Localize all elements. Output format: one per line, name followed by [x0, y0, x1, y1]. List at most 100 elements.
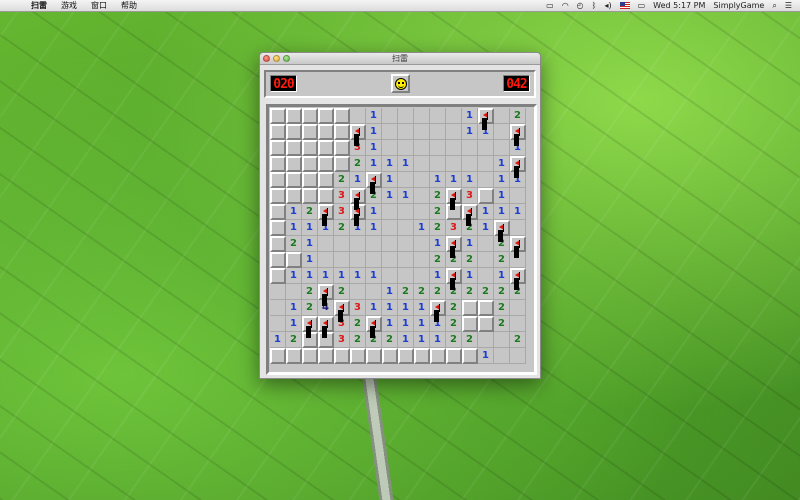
revealed-cell[interactable] — [414, 156, 430, 172]
number-cell[interactable]: 1 — [366, 204, 382, 220]
number-cell[interactable]: 1 — [286, 220, 302, 236]
hidden-cell[interactable] — [286, 140, 302, 156]
revealed-cell[interactable] — [398, 124, 414, 140]
revealed-cell[interactable] — [414, 188, 430, 204]
number-cell[interactable]: 1 — [430, 172, 446, 188]
number-cell[interactable]: 2 — [494, 300, 510, 316]
flagged-cell[interactable] — [350, 188, 366, 204]
number-cell[interactable]: 2 — [430, 220, 446, 236]
number-cell[interactable]: 1 — [510, 140, 526, 156]
number-cell[interactable]: 2 — [366, 332, 382, 348]
number-cell[interactable]: 1 — [510, 204, 526, 220]
number-cell[interactable]: 1 — [382, 300, 398, 316]
revealed-cell[interactable] — [414, 204, 430, 220]
hidden-cell[interactable] — [334, 140, 350, 156]
revealed-cell[interactable] — [478, 140, 494, 156]
menu-user[interactable]: SimplyGame — [709, 0, 768, 12]
revealed-cell[interactable] — [414, 108, 430, 124]
number-cell[interactable]: 2 — [302, 204, 318, 220]
input-source-flag-icon[interactable] — [619, 2, 630, 9]
number-cell[interactable]: 1 — [382, 188, 398, 204]
spotlight-search-icon[interactable]: ⌕ — [768, 0, 780, 12]
number-cell[interactable]: 2 — [446, 300, 462, 316]
number-cell[interactable]: 2 — [334, 220, 350, 236]
number-cell[interactable]: 2 — [430, 284, 446, 300]
window-titlebar[interactable]: 扫雷 — [260, 53, 540, 65]
hidden-cell[interactable] — [270, 140, 286, 156]
revealed-cell[interactable] — [382, 124, 398, 140]
revealed-cell[interactable] — [350, 284, 366, 300]
number-cell[interactable]: 1 — [494, 188, 510, 204]
volume-icon[interactable]: ◂) — [600, 0, 615, 12]
hidden-cell[interactable] — [302, 332, 318, 348]
hidden-cell[interactable] — [318, 332, 334, 348]
revealed-cell[interactable] — [414, 252, 430, 268]
revealed-cell[interactable] — [510, 252, 526, 268]
number-cell[interactable]: 1 — [398, 300, 414, 316]
flagged-cell[interactable] — [446, 268, 462, 284]
flagged-cell[interactable] — [510, 268, 526, 284]
number-cell[interactable]: 1 — [318, 220, 334, 236]
hidden-cell[interactable] — [318, 140, 334, 156]
number-cell[interactable]: 1 — [494, 156, 510, 172]
flagged-cell[interactable] — [430, 300, 446, 316]
revealed-cell[interactable] — [478, 172, 494, 188]
minimize-button[interactable] — [273, 55, 280, 62]
number-cell[interactable]: 2 — [494, 284, 510, 300]
hidden-cell[interactable] — [270, 236, 286, 252]
hidden-cell[interactable] — [430, 348, 446, 364]
revealed-cell[interactable] — [414, 124, 430, 140]
number-cell[interactable]: 2 — [510, 108, 526, 124]
number-cell[interactable]: 2 — [382, 332, 398, 348]
revealed-cell[interactable] — [446, 124, 462, 140]
number-cell[interactable]: 2 — [446, 252, 462, 268]
number-cell[interactable]: 1 — [366, 140, 382, 156]
hidden-cell[interactable] — [478, 188, 494, 204]
menu-game[interactable]: 游戏 — [54, 0, 84, 12]
number-cell[interactable]: 2 — [462, 332, 478, 348]
number-cell[interactable]: 1 — [446, 172, 462, 188]
hidden-cell[interactable] — [270, 252, 286, 268]
revealed-cell[interactable] — [478, 156, 494, 172]
number-cell[interactable]: 2 — [446, 332, 462, 348]
hidden-cell[interactable] — [414, 348, 430, 364]
number-cell[interactable]: 1 — [462, 268, 478, 284]
number-cell[interactable]: 2 — [350, 332, 366, 348]
hidden-cell[interactable] — [302, 140, 318, 156]
number-cell[interactable]: 1 — [302, 236, 318, 252]
number-cell[interactable]: 1 — [478, 220, 494, 236]
revealed-cell[interactable] — [350, 236, 366, 252]
hidden-cell[interactable] — [270, 156, 286, 172]
number-cell[interactable]: 2 — [494, 252, 510, 268]
revealed-cell[interactable] — [510, 348, 526, 364]
hidden-cell[interactable] — [270, 204, 286, 220]
number-cell[interactable]: 1 — [462, 172, 478, 188]
hidden-cell[interactable] — [270, 188, 286, 204]
hidden-cell[interactable] — [302, 124, 318, 140]
number-cell[interactable]: 2 — [350, 316, 366, 332]
number-cell[interactable]: 1 — [366, 108, 382, 124]
number-cell[interactable]: 1 — [462, 124, 478, 140]
revealed-cell[interactable] — [350, 108, 366, 124]
hidden-cell[interactable] — [446, 204, 462, 220]
number-cell[interactable]: 3 — [334, 332, 350, 348]
number-cell[interactable]: 1 — [414, 300, 430, 316]
revealed-cell[interactable] — [414, 236, 430, 252]
number-cell[interactable]: 1 — [382, 284, 398, 300]
number-cell[interactable]: 2 — [494, 316, 510, 332]
number-cell[interactable]: 1 — [430, 316, 446, 332]
hidden-cell[interactable] — [318, 172, 334, 188]
hidden-cell[interactable] — [270, 172, 286, 188]
revealed-cell[interactable] — [382, 108, 398, 124]
number-cell[interactable]: 2 — [462, 252, 478, 268]
number-cell[interactable]: 1 — [382, 172, 398, 188]
hidden-cell[interactable] — [270, 268, 286, 284]
hidden-cell[interactable] — [382, 348, 398, 364]
number-cell[interactable]: 3 — [462, 188, 478, 204]
flagged-cell[interactable] — [478, 108, 494, 124]
flagged-cell[interactable] — [318, 284, 334, 300]
hidden-cell[interactable] — [302, 188, 318, 204]
notification-center-icon[interactable]: ☰ — [781, 0, 796, 12]
number-cell[interactable]: 1 — [366, 156, 382, 172]
number-cell[interactable]: 2 — [462, 284, 478, 300]
